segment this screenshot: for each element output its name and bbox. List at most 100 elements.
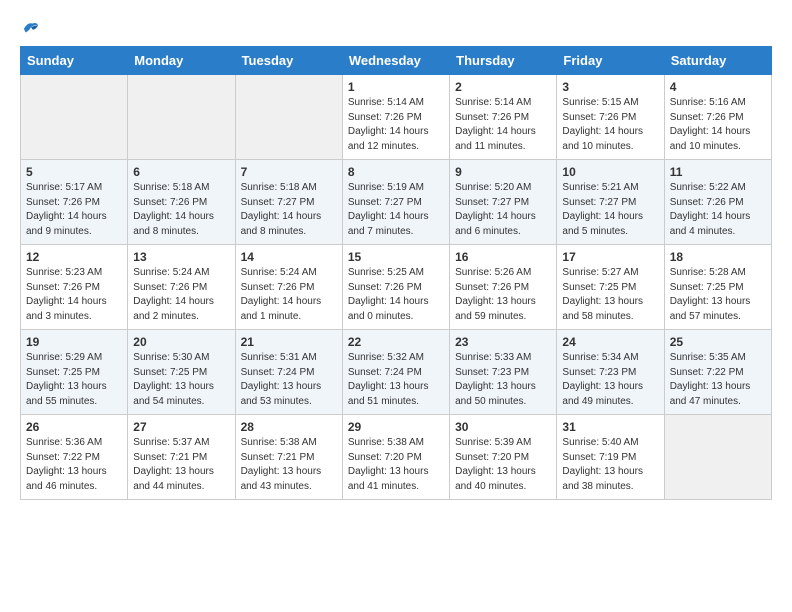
calendar-cell: 17 Sunrise: 5:27 AM Sunset: 7:25 PM Dayli… [557,245,664,330]
day-number: 17 [562,250,658,264]
calendar-cell [664,415,771,500]
calendar-cell: 31 Sunrise: 5:40 AM Sunset: 7:19 PM Dayli… [557,415,664,500]
calendar-week-row: 1 Sunrise: 5:14 AM Sunset: 7:26 PM Daylig… [21,75,772,160]
day-number: 30 [455,420,551,434]
day-number: 19 [26,335,122,349]
day-number: 13 [133,250,229,264]
day-number: 24 [562,335,658,349]
calendar-cell: 30 Sunrise: 5:39 AM Sunset: 7:20 PM Dayli… [450,415,557,500]
day-info: Sunrise: 5:17 AM Sunset: 7:26 PM Dayligh… [26,181,122,239]
calendar-header-monday: Monday [128,47,235,75]
calendar-header-saturday: Saturday [664,47,771,75]
logo [20,20,40,36]
calendar-header-row: SundayMondayTuesdayWednesdayThursdayFrid… [21,47,772,75]
day-info: Sunrise: 5:15 AM Sunset: 7:26 PM Dayligh… [562,96,658,154]
day-number: 10 [562,165,658,179]
day-info: Sunrise: 5:33 AM Sunset: 7:23 PM Dayligh… [455,351,551,409]
day-info: Sunrise: 5:14 AM Sunset: 7:26 PM Dayligh… [348,96,444,154]
calendar-cell: 14 Sunrise: 5:24 AM Sunset: 7:26 PM Dayli… [235,245,342,330]
calendar-cell: 15 Sunrise: 5:25 AM Sunset: 7:26 PM Dayli… [342,245,449,330]
day-info: Sunrise: 5:36 AM Sunset: 7:22 PM Dayligh… [26,436,122,494]
day-number: 22 [348,335,444,349]
calendar-week-row: 12 Sunrise: 5:23 AM Sunset: 7:26 PM Dayli… [21,245,772,330]
day-info: Sunrise: 5:37 AM Sunset: 7:21 PM Dayligh… [133,436,229,494]
calendar-header-wednesday: Wednesday [342,47,449,75]
day-number: 4 [670,80,766,94]
day-info: Sunrise: 5:27 AM Sunset: 7:25 PM Dayligh… [562,266,658,324]
calendar-table: SundayMondayTuesdayWednesdayThursdayFrid… [20,46,772,500]
day-info: Sunrise: 5:35 AM Sunset: 7:22 PM Dayligh… [670,351,766,409]
day-info: Sunrise: 5:26 AM Sunset: 7:26 PM Dayligh… [455,266,551,324]
day-number: 11 [670,165,766,179]
day-number: 14 [241,250,337,264]
calendar-cell: 22 Sunrise: 5:32 AM Sunset: 7:24 PM Dayli… [342,330,449,415]
day-number: 12 [26,250,122,264]
day-info: Sunrise: 5:31 AM Sunset: 7:24 PM Dayligh… [241,351,337,409]
day-number: 5 [26,165,122,179]
calendar-cell: 19 Sunrise: 5:29 AM Sunset: 7:25 PM Dayli… [21,330,128,415]
calendar-cell: 21 Sunrise: 5:31 AM Sunset: 7:24 PM Dayli… [235,330,342,415]
day-info: Sunrise: 5:21 AM Sunset: 7:27 PM Dayligh… [562,181,658,239]
day-info: Sunrise: 5:38 AM Sunset: 7:21 PM Dayligh… [241,436,337,494]
day-number: 16 [455,250,551,264]
calendar-cell: 2Sunrise: 5:14 AM Sunset: 7:26 PM Daylig… [450,75,557,160]
calendar-header-thursday: Thursday [450,47,557,75]
day-number: 7 [241,165,337,179]
day-info: Sunrise: 5:29 AM Sunset: 7:25 PM Dayligh… [26,351,122,409]
day-number: 15 [348,250,444,264]
calendar-cell: 3 Sunrise: 5:15 AM Sunset: 7:26 PM Daylig… [557,75,664,160]
calendar-week-row: 26Sunrise: 5:36 AM Sunset: 7:22 PM Dayli… [21,415,772,500]
calendar-week-row: 19 Sunrise: 5:29 AM Sunset: 7:25 PM Dayli… [21,330,772,415]
day-number: 21 [241,335,337,349]
calendar-cell: 5 Sunrise: 5:17 AM Sunset: 7:26 PM Daylig… [21,160,128,245]
calendar-cell: 10 Sunrise: 5:21 AM Sunset: 7:27 PM Dayli… [557,160,664,245]
day-info: Sunrise: 5:40 AM Sunset: 7:19 PM Dayligh… [562,436,658,494]
calendar-cell: 7 Sunrise: 5:18 AM Sunset: 7:27 PM Daylig… [235,160,342,245]
calendar-week-row: 5 Sunrise: 5:17 AM Sunset: 7:26 PM Daylig… [21,160,772,245]
day-info: Sunrise: 5:34 AM Sunset: 7:23 PM Dayligh… [562,351,658,409]
day-info: Sunrise: 5:32 AM Sunset: 7:24 PM Dayligh… [348,351,444,409]
day-info: Sunrise: 5:22 AM Sunset: 7:26 PM Dayligh… [670,181,766,239]
day-info: Sunrise: 5:24 AM Sunset: 7:26 PM Dayligh… [133,266,229,324]
calendar-cell: 23Sunrise: 5:33 AM Sunset: 7:23 PM Dayli… [450,330,557,415]
calendar-cell: 27Sunrise: 5:37 AM Sunset: 7:21 PM Dayli… [128,415,235,500]
calendar-cell [21,75,128,160]
day-number: 25 [670,335,766,349]
calendar-cell: 25 Sunrise: 5:35 AM Sunset: 7:22 PM Dayli… [664,330,771,415]
day-info: Sunrise: 5:16 AM Sunset: 7:26 PM Dayligh… [670,96,766,154]
day-number: 18 [670,250,766,264]
day-info: Sunrise: 5:23 AM Sunset: 7:26 PM Dayligh… [26,266,122,324]
calendar-header-friday: Friday [557,47,664,75]
calendar-cell: 29 Sunrise: 5:38 AM Sunset: 7:20 PM Dayli… [342,415,449,500]
day-number: 8 [348,165,444,179]
day-number: 9 [455,165,551,179]
day-info: Sunrise: 5:30 AM Sunset: 7:25 PM Dayligh… [133,351,229,409]
day-info: Sunrise: 5:24 AM Sunset: 7:26 PM Dayligh… [241,266,337,324]
calendar-cell: 16 Sunrise: 5:26 AM Sunset: 7:26 PM Dayli… [450,245,557,330]
day-info: Sunrise: 5:18 AM Sunset: 7:27 PM Dayligh… [241,181,337,239]
logo-bird-icon [22,20,40,36]
day-number: 31 [562,420,658,434]
calendar-header-tuesday: Tuesday [235,47,342,75]
day-info: Sunrise: 5:19 AM Sunset: 7:27 PM Dayligh… [348,181,444,239]
calendar-cell [235,75,342,160]
day-info: Sunrise: 5:28 AM Sunset: 7:25 PM Dayligh… [670,266,766,324]
day-info: Sunrise: 5:20 AM Sunset: 7:27 PM Dayligh… [455,181,551,239]
calendar-cell: 4 Sunrise: 5:16 AM Sunset: 7:26 PM Daylig… [664,75,771,160]
day-number: 28 [241,420,337,434]
day-info: Sunrise: 5:38 AM Sunset: 7:20 PM Dayligh… [348,436,444,494]
day-number: 1 [348,80,444,94]
calendar-cell: 1 Sunrise: 5:14 AM Sunset: 7:26 PM Daylig… [342,75,449,160]
day-info: Sunrise: 5:25 AM Sunset: 7:26 PM Dayligh… [348,266,444,324]
calendar-cell [128,75,235,160]
calendar-cell: 24 Sunrise: 5:34 AM Sunset: 7:23 PM Dayli… [557,330,664,415]
day-info: Sunrise: 5:39 AM Sunset: 7:20 PM Dayligh… [455,436,551,494]
calendar-cell: 20 Sunrise: 5:30 AM Sunset: 7:25 PM Dayli… [128,330,235,415]
day-info: Sunrise: 5:14 AM Sunset: 7:26 PM Dayligh… [455,96,551,154]
page-header [20,16,772,36]
day-number: 20 [133,335,229,349]
day-number: 29 [348,420,444,434]
calendar-cell: 28 Sunrise: 5:38 AM Sunset: 7:21 PM Dayli… [235,415,342,500]
day-number: 3 [562,80,658,94]
calendar-cell: 13 Sunrise: 5:24 AM Sunset: 7:26 PM Dayli… [128,245,235,330]
